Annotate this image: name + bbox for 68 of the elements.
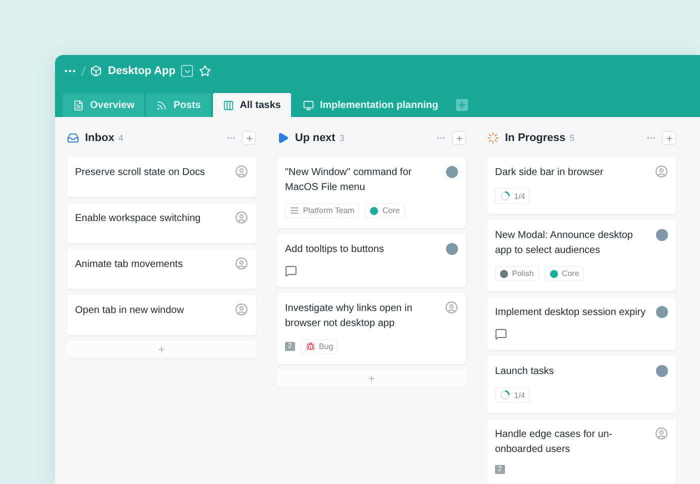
team-icon [290, 206, 299, 215]
user-icon[interactable] [655, 427, 668, 440]
add-button[interactable] [662, 131, 676, 145]
task-card[interactable]: Implement desktop session expiry [487, 297, 676, 350]
tab[interactable]: All tasks [212, 93, 291, 117]
task-card[interactable]: Launch tasks 1/4 [487, 356, 676, 413]
feed-icon [156, 100, 168, 110]
task-title: Investigate why links open in browser not desktop app [285, 302, 414, 331]
plus-icon [454, 134, 464, 142]
plus-icon [157, 345, 166, 354]
star-icon[interactable] [199, 65, 212, 77]
breadcrumb-separator [81, 66, 86, 76]
task-title: Animate tab movements [75, 258, 183, 272]
plus-icon [457, 100, 468, 110]
task-title: Add tooltips to buttons [285, 243, 384, 257]
plus-icon [367, 374, 376, 383]
task-card[interactable]: Preserve scroll state on Docs [67, 157, 256, 197]
document-icon [73, 100, 84, 110]
add-button[interactable] [452, 131, 466, 145]
column-title: In Progress [505, 132, 566, 144]
column-title: Up next [295, 132, 336, 144]
label-tag[interactable]: Core [365, 203, 405, 218]
label-tag[interactable]: Polish [495, 266, 539, 281]
subtask-progress[interactable]: 1/4 [495, 188, 530, 204]
column-count: 5 [570, 133, 576, 143]
task-card[interactable]: New Modal: Announce desktop app to select audiences Polish Core [487, 220, 676, 291]
task-card[interactable]: Open tab in new window [67, 295, 256, 335]
user-icon[interactable] [235, 211, 248, 224]
user-icon[interactable] [445, 301, 458, 314]
cube-icon [90, 65, 102, 77]
task-title: Launch tasks [495, 365, 554, 379]
monitor-icon [302, 100, 314, 110]
board-icon [222, 100, 234, 110]
column-count: 4 [118, 133, 124, 143]
task-title: Enable workspace switching [75, 212, 201, 226]
plus-icon [244, 134, 254, 142]
task-title: Implement desktop session expiry [495, 306, 646, 320]
task-title: New Modal: Announce desktop app to select audiences [495, 229, 634, 258]
task-card[interactable]: Animate tab movements [67, 249, 256, 289]
play-icon [277, 132, 289, 144]
add-tab-button[interactable] [456, 99, 468, 111]
user-icon[interactable] [235, 257, 248, 270]
column-count: 3 [339, 133, 346, 143]
plus-icon [664, 134, 674, 142]
label-tag[interactable]: Core [544, 266, 584, 281]
inbox-icon [67, 132, 79, 144]
progress-icon [487, 132, 499, 144]
user-icon[interactable] [235, 303, 248, 316]
team-tag[interactable]: Platform Team [285, 203, 360, 218]
comment-icon [495, 328, 507, 340]
task-card[interactable]: Dark side bar in browser 1/4 [487, 157, 676, 214]
task-title: Handle edge cases for un-onboarded users [495, 428, 614, 457]
comment-icon [285, 265, 297, 277]
task-card[interactable]: "New Window" command for MacOS File menu Platform Team Core [277, 157, 466, 228]
user-icon[interactable] [655, 165, 668, 178]
dropdown-button[interactable] [181, 65, 194, 77]
task-title: Dark side bar in browser [495, 166, 604, 180]
user-icon[interactable] [235, 165, 248, 178]
task-title: Preserve scroll state on Docs [75, 166, 206, 180]
add-button[interactable] [242, 131, 256, 145]
task-card[interactable]: Enable workspace switching [67, 203, 256, 243]
task-title: Open tab in new window [75, 304, 184, 318]
project-title: Desktop App [108, 65, 176, 77]
label-tag[interactable]: Bug [300, 339, 338, 354]
task-card[interactable]: Add tooltips to buttons [277, 234, 466, 287]
subtask-progress[interactable]: 1/4 [495, 387, 530, 403]
task-title: "New Window" command for MacOS File menu [285, 166, 413, 195]
column-title: Inbox [85, 132, 114, 144]
